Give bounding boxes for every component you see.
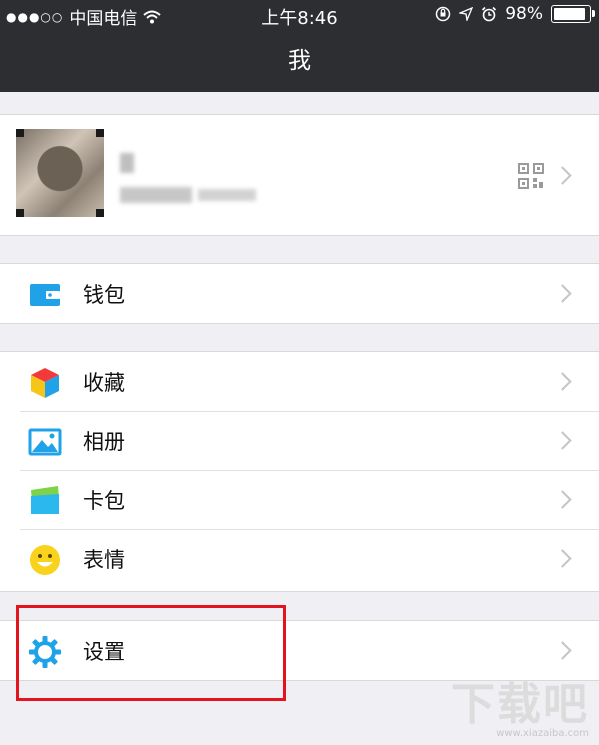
menu-label-stickers: 表情 [83,547,125,572]
chevron-right-icon [553,431,572,450]
menu-label-album: 相册 [83,429,125,454]
wallet-group: 钱包 [0,263,599,324]
avatar [16,129,104,217]
orientation-lock-icon [435,6,451,22]
chevron-right-icon [553,549,572,568]
wallet-icon [30,284,60,306]
profile-card[interactable] [0,114,599,236]
location-icon [459,7,474,21]
menu-label-wallet: 钱包 [83,282,125,307]
profile-id-redacted-2 [198,189,256,201]
favorites-cube-icon [31,368,59,398]
watermark: 下载吧 www.xiazaiba.com [451,679,589,740]
profile-id-redacted [120,187,192,203]
battery-percent: 98% [505,4,543,24]
alarm-icon [482,6,497,22]
menu-item-card-pack[interactable]: 卡包 [0,470,599,529]
album-icon [28,428,62,456]
chevron-right-icon [553,490,572,509]
highlight-box [16,605,286,701]
menu-item-wallet[interactable]: 钱包 [0,264,599,323]
chevron-right-icon [553,641,572,660]
page-title: 我 [288,48,311,74]
smiley-icon [30,545,60,575]
status-bar: ●●●○○ 中国电信 上午8:46 98% [0,0,599,30]
watermark-logo: 下载吧 [451,679,589,730]
battery-icon [551,5,595,23]
card-pack-icon [31,486,59,514]
menu-label-favorites: 收藏 [83,370,125,395]
chevron-right-icon [553,284,572,303]
features-group: 收藏 相册 卡包 表情 [0,351,599,592]
qr-code-icon [518,163,544,189]
profile-name [120,153,134,173]
chevron-right-icon [553,372,572,391]
chevron-right-icon [553,166,572,185]
menu-item-album[interactable]: 相册 [0,411,599,470]
menu-item-stickers[interactable]: 表情 [0,529,599,588]
menu-item-favorites[interactable]: 收藏 [0,352,599,411]
menu-label-card-pack: 卡包 [83,488,125,513]
nav-bar: 我 [0,30,599,92]
